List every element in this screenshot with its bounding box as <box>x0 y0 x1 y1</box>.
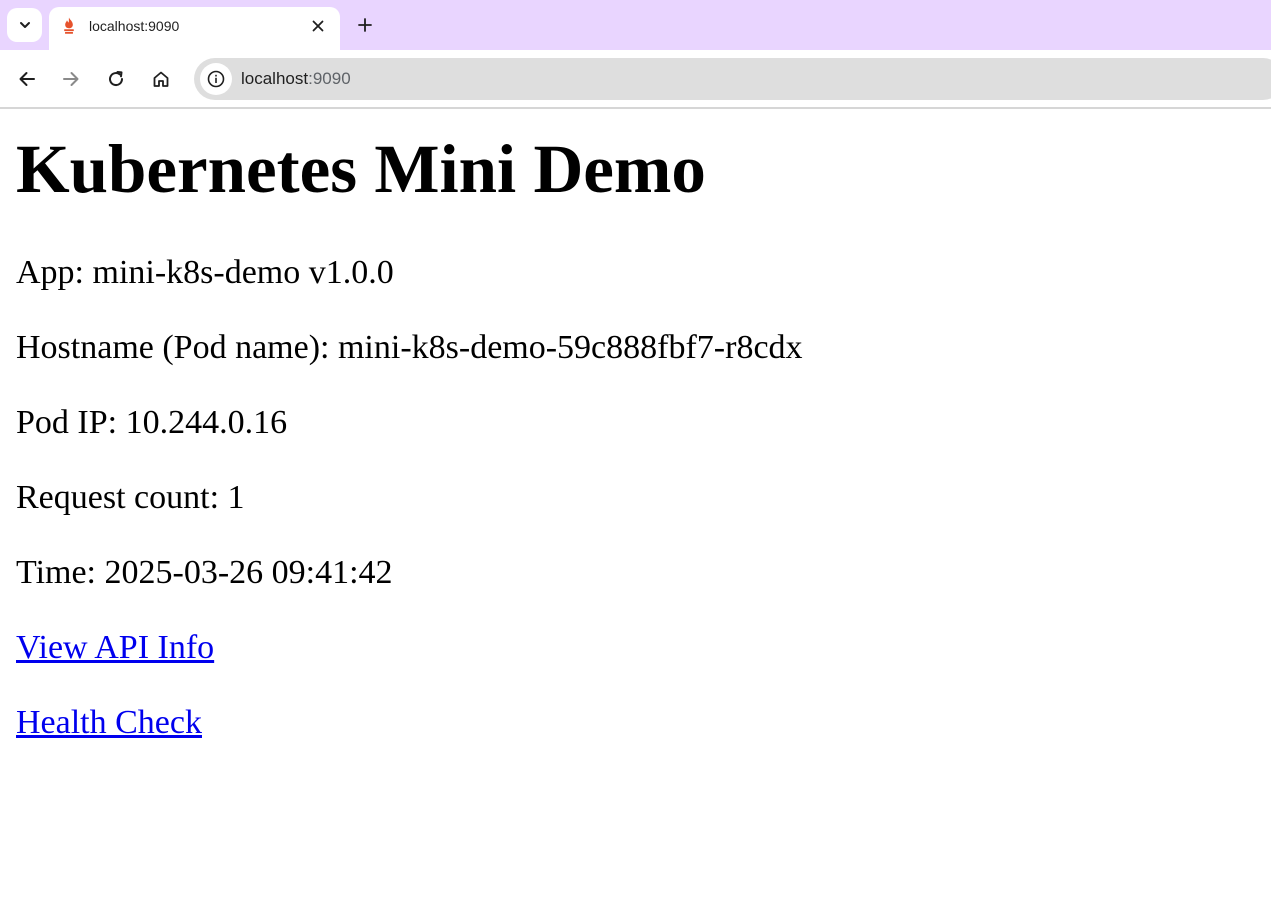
health-check-paragraph: Health Check <box>16 703 202 743</box>
page-content: Kubernetes Mini Demo App: mini-k8s-demo … <box>0 109 1271 905</box>
view-api-info-link[interactable]: View API Info <box>16 629 214 666</box>
tab-search-button[interactable] <box>7 8 42 42</box>
url-port: :9090 <box>308 69 351 88</box>
reload-icon <box>109 71 124 87</box>
tab-strip: localhost:9090 <box>0 0 1271 50</box>
close-icon <box>312 20 324 32</box>
chevron-down-icon <box>19 22 30 28</box>
address-bar[interactable]: localhost:9090 <box>194 58 1271 100</box>
back-button[interactable] <box>12 64 42 94</box>
plus-icon <box>358 18 372 32</box>
new-tab-button[interactable] <box>350 10 380 40</box>
home-icon <box>153 71 169 87</box>
reload-button[interactable] <box>101 64 131 94</box>
page-title: Kubernetes Mini Demo <box>16 131 706 207</box>
request-count-info: Request count: 1 <box>16 479 245 516</box>
active-tab[interactable]: localhost:9090 <box>49 7 340 50</box>
pod-ip-info: Pod IP: 10.244.0.16 <box>16 404 288 441</box>
arrow-right-icon <box>63 72 79 86</box>
api-info-paragraph: View API Info <box>16 628 214 668</box>
url-host: localhost <box>241 69 309 88</box>
browser-toolbar: localhost:9090 <box>0 50 1271 107</box>
forward-button[interactable] <box>56 64 86 94</box>
close-tab-button[interactable] <box>307 15 329 37</box>
arrow-left-icon <box>19 72 35 86</box>
info-icon <box>207 70 225 88</box>
site-info-button[interactable] <box>200 63 232 95</box>
app-info: App: mini-k8s-demo v1.0.0 <box>16 254 394 291</box>
tab-title: localhost:9090 <box>89 18 180 34</box>
url-text[interactable]: localhost:9090 <box>241 69 351 89</box>
hostname-info: Hostname (Pod name): mini-k8s-demo-59c88… <box>16 329 803 366</box>
health-check-link[interactable]: Health Check <box>16 704 202 741</box>
flame-icon <box>64 17 74 34</box>
time-info: Time: 2025-03-26 09:41:42 <box>16 554 393 591</box>
home-button[interactable] <box>146 64 176 94</box>
